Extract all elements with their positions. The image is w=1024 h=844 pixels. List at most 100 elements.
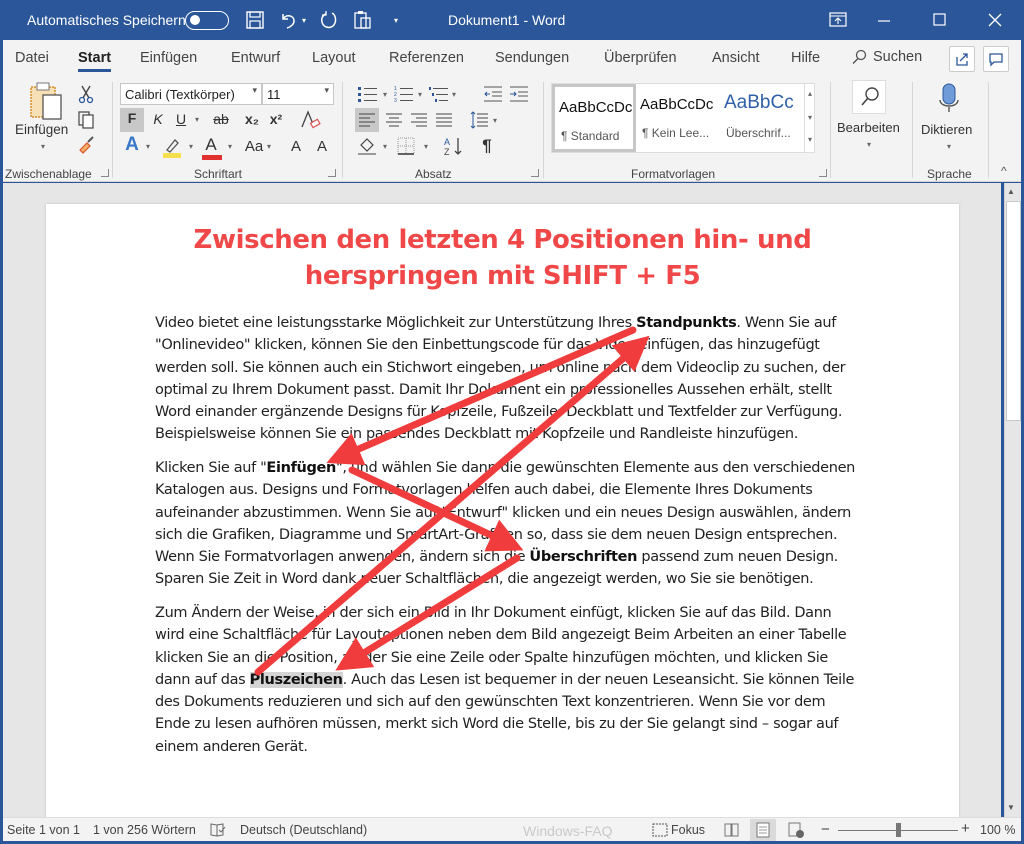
- scrollbar-thumb[interactable]: [1006, 201, 1021, 421]
- paragraph-dialog-launcher[interactable]: [531, 169, 539, 177]
- text-effects-dropdown-icon[interactable]: ▾: [146, 142, 150, 151]
- dictate-button[interactable]: Diktieren ▾: [917, 80, 981, 160]
- borders-icon[interactable]: [395, 135, 417, 157]
- scroll-down-icon[interactable]: ▼: [1007, 803, 1015, 812]
- comments-button[interactable]: [983, 46, 1009, 72]
- sort-icon[interactable]: AZ: [442, 135, 466, 157]
- highlight-dropdown-icon[interactable]: ▾: [189, 142, 193, 151]
- page-indicator[interactable]: Seite 1 von 1: [7, 823, 80, 837]
- clear-formatting-icon[interactable]: [299, 109, 321, 131]
- search-box[interactable]: Suchen: [851, 49, 922, 65]
- style-no-spacing[interactable]: AaBbCcDc ¶ Kein Lee...: [636, 84, 720, 152]
- focus-mode-button[interactable]: Fokus: [651, 821, 707, 839]
- font-color-dropdown-icon[interactable]: ▾: [228, 142, 232, 151]
- tab-ansicht[interactable]: Ansicht: [712, 50, 760, 66]
- bold-button[interactable]: F: [120, 108, 144, 132]
- document-page[interactable]: Zwischen den letzten 4 Positionen hin- u…: [46, 204, 959, 824]
- maximize-icon[interactable]: [928, 8, 952, 32]
- style-preview: AaBbCc: [724, 92, 794, 113]
- font-color-button[interactable]: A: [201, 135, 223, 161]
- redo-icon[interactable]: [318, 9, 340, 31]
- strikethrough-button[interactable]: ab: [209, 109, 233, 129]
- zoom-out-button[interactable]: −: [821, 821, 830, 838]
- subscript-button[interactable]: x₂: [241, 109, 263, 129]
- scroll-up-icon[interactable]: ▲: [1007, 187, 1015, 196]
- styles-scroll-up-icon[interactable]: ▴: [808, 89, 812, 98]
- share-button[interactable]: [949, 46, 975, 72]
- styles-dialog-launcher[interactable]: [819, 169, 827, 177]
- multilevel-list-icon[interactable]: [428, 84, 450, 104]
- align-left-button[interactable]: [355, 108, 379, 132]
- shrink-font-button[interactable]: A: [312, 137, 332, 157]
- collapse-ribbon-icon[interactable]: ^: [1001, 164, 1007, 178]
- divider: [543, 82, 544, 178]
- underline-button[interactable]: U: [171, 109, 191, 129]
- highlight-button[interactable]: [160, 135, 184, 159]
- shading-dropdown-icon[interactable]: ▾: [383, 142, 387, 151]
- copy-icon[interactable]: [77, 110, 95, 130]
- font-size-combo[interactable]: 11 ▾: [262, 83, 334, 105]
- borders-dropdown-icon[interactable]: ▾: [424, 142, 428, 151]
- paste-options-icon[interactable]: [352, 9, 374, 31]
- web-layout-button[interactable]: [783, 819, 809, 841]
- font-name-combo[interactable]: Calibri (Textkörper) ▾: [120, 83, 262, 105]
- word-count[interactable]: 1 von 256 Wörtern: [93, 823, 196, 837]
- tab-datei[interactable]: Datei: [15, 50, 49, 66]
- bullets-dropdown-icon[interactable]: ▾: [383, 90, 387, 99]
- print-layout-button[interactable]: [750, 819, 776, 841]
- editing-button[interactable]: Bearbeiten ▾: [837, 80, 903, 160]
- line-spacing-icon[interactable]: [468, 108, 492, 132]
- customize-quick-access-icon[interactable]: ▾: [394, 16, 398, 25]
- tab-referenzen[interactable]: Referenzen: [389, 50, 464, 66]
- tab-start[interactable]: Start: [78, 50, 112, 72]
- format-painter-icon[interactable]: [77, 134, 97, 154]
- text-effects-button[interactable]: A: [121, 135, 143, 155]
- bullets-icon[interactable]: [357, 84, 379, 104]
- zoom-slider-thumb[interactable]: [895, 823, 901, 837]
- undo-icon[interactable]: [277, 9, 299, 31]
- decrease-indent-icon[interactable]: [482, 84, 504, 104]
- styles-more-icon[interactable]: ▾: [808, 135, 812, 144]
- read-mode-button[interactable]: [719, 819, 745, 841]
- justify-icon[interactable]: [432, 108, 456, 132]
- align-right-icon[interactable]: [407, 108, 431, 132]
- paste-dropdown-icon[interactable]: ▾: [41, 142, 45, 151]
- zoom-level[interactable]: 100 %: [980, 823, 1015, 837]
- show-formatting-button[interactable]: ¶: [478, 136, 496, 156]
- tab-entwurf[interactable]: Entwurf: [231, 50, 280, 66]
- tab-sendungen[interactable]: Sendungen: [495, 50, 569, 66]
- italic-button[interactable]: K: [148, 109, 168, 129]
- increase-indent-icon[interactable]: [508, 84, 530, 104]
- tab-einfuegen[interactable]: Einfügen: [140, 50, 197, 66]
- save-icon[interactable]: [244, 9, 266, 31]
- tab-ueberpruefen[interactable]: Überprüfen: [604, 50, 677, 66]
- change-case-dropdown-icon[interactable]: ▾: [267, 142, 271, 151]
- superscript-button[interactable]: x²: [265, 109, 287, 129]
- cut-icon[interactable]: [77, 84, 95, 104]
- styles-scroll-down-icon[interactable]: ▾: [808, 113, 812, 122]
- tab-layout[interactable]: Layout: [312, 50, 356, 66]
- ribbon-display-options-icon[interactable]: [826, 8, 850, 32]
- shading-icon[interactable]: [356, 135, 378, 157]
- tab-hilfe[interactable]: Hilfe: [791, 50, 820, 66]
- close-icon[interactable]: [983, 8, 1007, 32]
- style-standard[interactable]: AaBbCcDc ¶ Standard: [552, 84, 636, 152]
- font-dialog-launcher[interactable]: [328, 169, 336, 177]
- change-case-button[interactable]: Aa: [241, 137, 267, 157]
- multilevel-dropdown-icon[interactable]: ▾: [452, 90, 456, 99]
- minimize-icon[interactable]: [872, 8, 896, 32]
- numbering-dropdown-icon[interactable]: ▾: [418, 90, 422, 99]
- numbering-icon[interactable]: 123: [393, 84, 415, 104]
- proofing-icon[interactable]: [209, 822, 227, 838]
- language-indicator[interactable]: Deutsch (Deutschland): [240, 823, 367, 837]
- grow-font-button[interactable]: A: [286, 137, 306, 157]
- clipboard-dialog-launcher[interactable]: [101, 169, 109, 177]
- vertical-scrollbar[interactable]: ▲ ▼: [1004, 183, 1021, 817]
- undo-dropdown-icon[interactable]: ▾: [302, 16, 306, 25]
- style-heading-1[interactable]: AaBbCc Überschrif...: [720, 84, 804, 152]
- autosave-toggle[interactable]: [185, 11, 229, 30]
- align-center-icon[interactable]: [382, 108, 406, 132]
- underline-dropdown-icon[interactable]: ▾: [195, 115, 199, 124]
- zoom-in-button[interactable]: +: [961, 820, 970, 837]
- line-spacing-dropdown-icon[interactable]: ▾: [493, 116, 497, 125]
